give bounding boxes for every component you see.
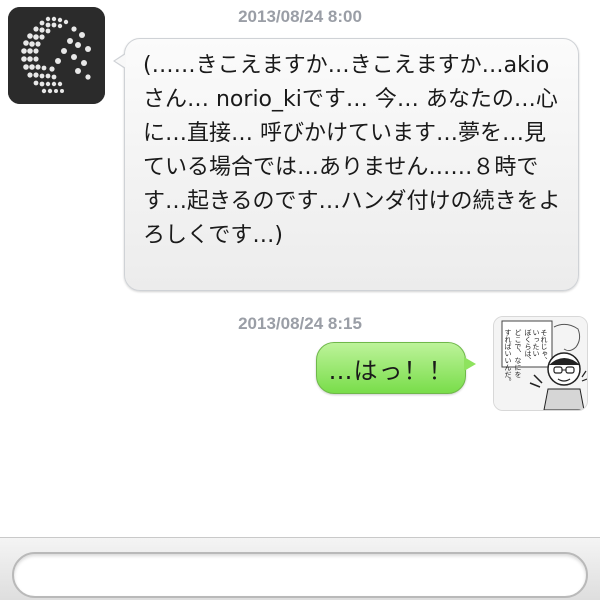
svg-text:それじゃ、: それじゃ、 bbox=[540, 329, 548, 364]
svg-text:いったい: いったい bbox=[532, 329, 540, 357]
dot-pattern-avatar-icon[interactable] bbox=[8, 7, 105, 104]
dot-pattern-avatar-graphic bbox=[8, 7, 105, 104]
incoming-message-text: (……きこえますか…きこえますか…akioさん… norio_kiです… 今… … bbox=[143, 53, 561, 248]
message-input-bar bbox=[0, 537, 600, 600]
svg-text:ぼくらは、: ぼくらは、 bbox=[524, 329, 532, 364]
outgoing-message-bubble[interactable]: …はっ！！ bbox=[316, 342, 476, 394]
manga-character-avatar-icon[interactable]: それじゃ、 いったい ぼくらは、 どこで、なにを すればいいんだ。 bbox=[493, 316, 588, 411]
manga-character-graphic: それじゃ、 いったい ぼくらは、 どこで、なにを すればいいんだ。 bbox=[494, 317, 587, 410]
svg-text:どこで、なにを: どこで、なにを bbox=[514, 329, 522, 378]
message-input[interactable] bbox=[12, 552, 588, 598]
incoming-message-bubble[interactable]: (……きこえますか…きこえますか…akioさん… norio_kiです… 今… … bbox=[113, 38, 579, 291]
chat-screen: 2013/08/24 8:00 (……きこえますか…きこえますか…akioさん…… bbox=[0, 0, 600, 600]
outgoing-message-text: …はっ！！ bbox=[328, 356, 454, 385]
svg-text:すればいいんだ。: すればいいんだ。 bbox=[504, 329, 512, 385]
